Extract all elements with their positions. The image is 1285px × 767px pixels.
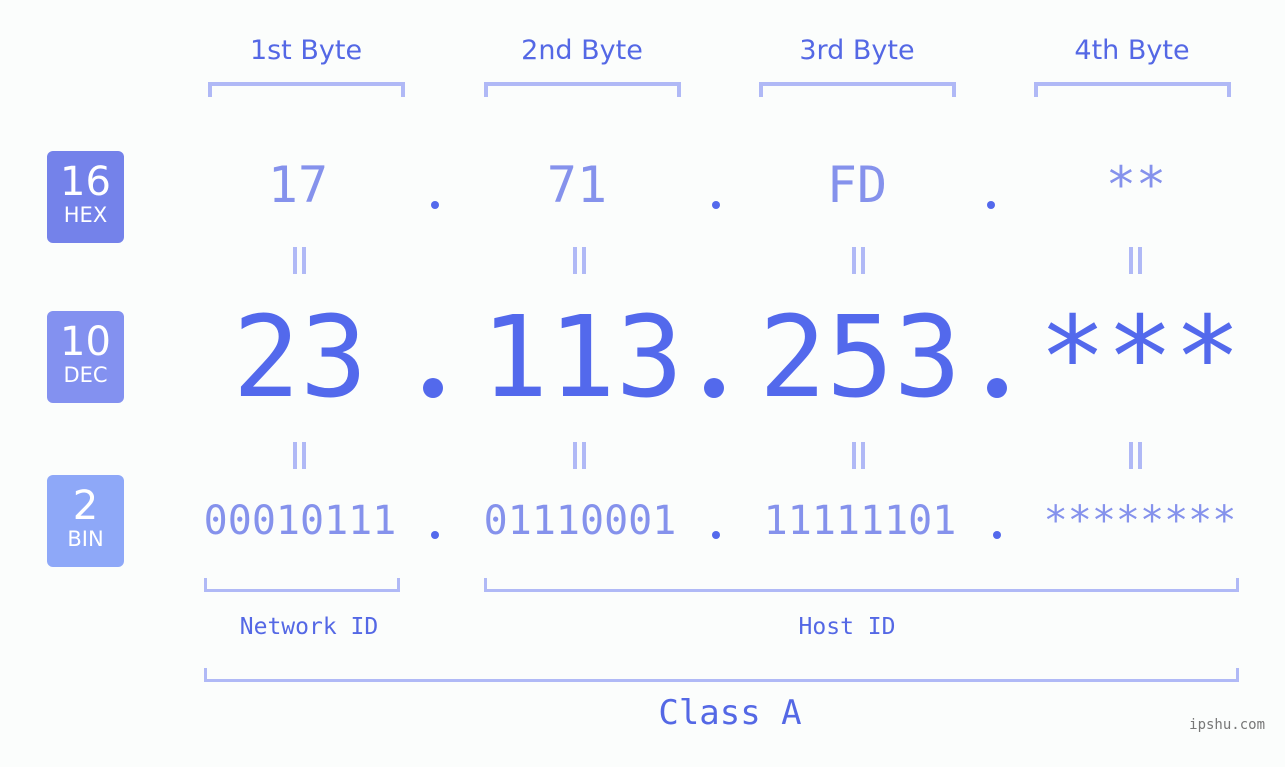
host-id-label: Host ID [798,614,896,640]
dec-byte-4: *** [1038,293,1242,423]
dec-separator-dot [704,378,724,398]
dec-byte-2: 113 [480,293,684,423]
bin-byte-3: 11111101 [763,498,957,544]
bin-base-number: 2 [72,483,99,529]
network-id-bracket [204,578,400,592]
host-id-bracket [484,578,1239,592]
equals-marker [290,442,308,469]
hex-byte-4: ** [1105,156,1167,214]
dec-base-label: DEC [63,363,108,387]
equals-marker [849,442,867,469]
bin-byte-4: ******** [1043,498,1237,544]
equals-marker [570,442,588,469]
hex-byte-1: 17 [267,156,329,214]
class-bracket [204,668,1239,682]
hex-separator-dot [987,201,995,209]
dec-byte-1: 23 [232,293,368,423]
bin-base-label: BIN [67,527,104,551]
byte-bracket-3 [759,82,956,97]
byte-header-3: 3rd Byte [799,35,915,66]
hex-separator-dot [431,201,439,209]
byte-header-1: 1st Byte [249,35,363,66]
dec-separator-dot [423,378,443,398]
bin-badge: 2 BIN [47,475,124,567]
equals-marker [1126,247,1144,274]
equals-marker [1126,442,1144,469]
hex-base-number: 16 [60,159,111,205]
hex-byte-2: 71 [546,156,608,214]
hex-badge: 16 HEX [47,151,124,243]
dec-base-number: 10 [60,319,111,365]
dec-separator-dot [987,378,1007,398]
equals-marker [849,247,867,274]
hex-separator-dot [712,201,720,209]
byte-header-2: 2nd Byte [521,35,643,66]
bin-separator-dot [712,531,720,539]
bin-byte-1: 00010111 [203,498,397,544]
dec-badge: 10 DEC [47,311,124,403]
bin-separator-dot [431,531,439,539]
bin-byte-2: 01110001 [483,498,677,544]
hex-base-label: HEX [63,203,108,227]
dec-byte-3: 253 [758,293,962,423]
byte-header-4: 4th Byte [1074,35,1190,66]
hex-byte-3: FD [826,156,888,214]
byte-bracket-4 [1034,82,1231,97]
network-id-label: Network ID [239,614,379,640]
equals-marker [290,247,308,274]
bin-separator-dot [993,531,1001,539]
byte-bracket-1 [208,82,405,97]
watermark: ipshu.com [1189,717,1265,733]
byte-bracket-2 [484,82,681,97]
equals-marker [570,247,588,274]
ip-class-label: Class A [658,693,802,733]
